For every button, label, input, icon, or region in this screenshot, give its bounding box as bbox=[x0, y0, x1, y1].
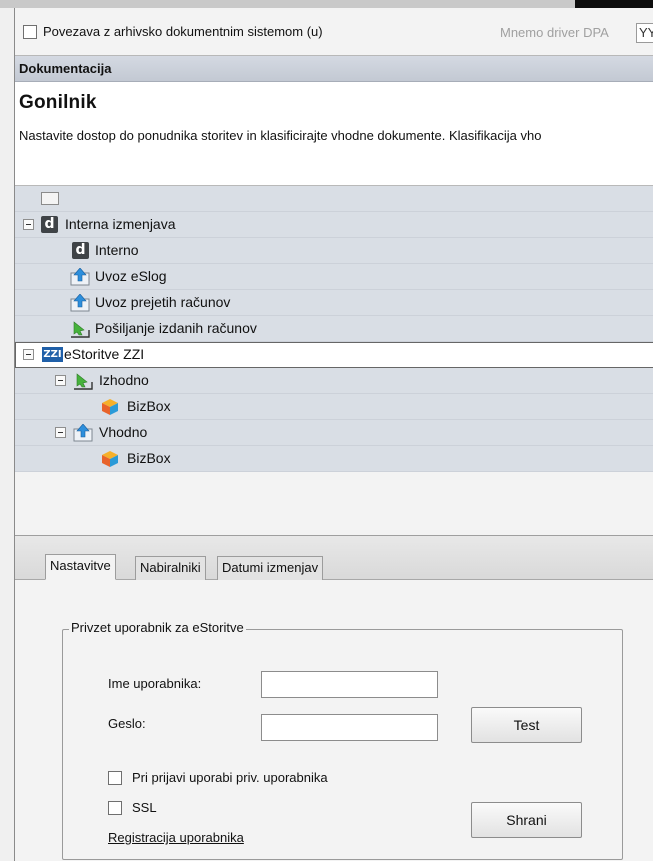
tree-row-uvoz-prejetih[interactable]: Uvoz prejetih računov bbox=[15, 290, 653, 316]
priv-user-checkbox[interactable] bbox=[108, 771, 122, 785]
tree-row-bizbox-out[interactable]: BizBox bbox=[15, 394, 653, 420]
d-logo-icon: d bbox=[41, 216, 58, 233]
priv-user-label: Pri prijavi uporabi priv. uporabnika bbox=[132, 770, 328, 785]
info-box: Gonilnik Nastavite dostop do ponudnika s… bbox=[15, 82, 653, 186]
tree-label: Izhodno bbox=[99, 372, 149, 388]
tree-row-root[interactable] bbox=[15, 186, 653, 212]
save-button[interactable]: Shrani bbox=[471, 802, 582, 838]
tree-label: Uvoz prejetih računov bbox=[95, 294, 231, 310]
tab-nabiralniki[interactable]: Nabiralniki bbox=[135, 556, 206, 580]
bizbox-cube-icon bbox=[102, 451, 118, 467]
tree-row-izhodno[interactable]: Izhodno bbox=[15, 368, 653, 394]
tree-label: Pošiljanje izdanih računov bbox=[95, 320, 257, 336]
archive-settings-row: Povezava z arhivsko dokumentnim sistemom… bbox=[15, 8, 653, 56]
page-description: Nastavite dostop do ponudnika storitev i… bbox=[19, 128, 542, 143]
ssl-label: SSL bbox=[132, 800, 157, 815]
tree-row-uvoz-eslog[interactable]: Uvoz eSlog bbox=[15, 264, 653, 290]
window-top-strip bbox=[0, 0, 653, 8]
export-arrow-icon bbox=[71, 321, 90, 338]
tree-row-interna-izmenjava[interactable]: d Interna izmenjava bbox=[15, 212, 653, 238]
collapse-toggle[interactable] bbox=[55, 375, 66, 386]
mnemo-driver-label: Mnemo driver DPA bbox=[500, 25, 609, 40]
import-arrow-icon bbox=[70, 268, 90, 286]
collapse-toggle[interactable] bbox=[23, 349, 34, 360]
driver-tree: d Interna izmenjava d Interno Uvoz eSlog… bbox=[15, 186, 653, 536]
tree-row-vhodno[interactable]: Vhodno bbox=[15, 420, 653, 446]
username-label: Ime uporabnika: bbox=[108, 676, 202, 691]
window-top-dark-area bbox=[575, 0, 653, 8]
password-label: Geslo: bbox=[108, 716, 146, 731]
tree-label: Interna izmenjava bbox=[65, 216, 176, 232]
tree-label: Interno bbox=[95, 242, 139, 258]
tab-content: Privzet uporabnik za eStoritve Ime upora… bbox=[15, 580, 653, 861]
tree-row-bizbox-in[interactable]: BizBox bbox=[15, 446, 653, 472]
bizbox-cube-icon bbox=[102, 399, 118, 415]
group-legend: Privzet uporabnik za eStoritve bbox=[69, 620, 246, 635]
section-header: Dokumentacija bbox=[15, 56, 653, 82]
envelope-icon bbox=[41, 192, 59, 205]
tree-row-interno[interactable]: d Interno bbox=[15, 238, 653, 264]
ssl-checkbox[interactable] bbox=[108, 801, 122, 815]
page-title: Gonilnik bbox=[19, 92, 97, 113]
tab-bar: Nastavitve Nabiralniki Datumi izmenjav bbox=[15, 536, 653, 580]
password-input[interactable] bbox=[261, 714, 438, 741]
import-arrow-icon bbox=[73, 424, 93, 442]
mnemo-driver-input[interactable]: YY bbox=[636, 23, 653, 43]
test-button[interactable]: Test bbox=[471, 707, 582, 743]
tree-row-estoritve-zzi[interactable]: ZZI eStoritve ZZI bbox=[15, 342, 653, 368]
collapse-toggle[interactable] bbox=[55, 427, 66, 438]
d-logo-icon: d bbox=[72, 242, 89, 259]
zzi-logo-icon: ZZI bbox=[42, 347, 63, 362]
settings-panel: Povezava z arhivsko dokumentnim sistemom… bbox=[14, 8, 653, 861]
import-arrow-icon bbox=[70, 294, 90, 312]
register-user-link[interactable]: Registracija uporabnika bbox=[108, 830, 244, 845]
tree-label: Uvoz eSlog bbox=[95, 268, 167, 284]
tree-label: Vhodno bbox=[99, 424, 148, 440]
tree-label: BizBox bbox=[127, 450, 171, 466]
tab-nastavitve[interactable]: Nastavitve bbox=[45, 554, 116, 580]
tree-row-posiljanje[interactable]: Pošiljanje izdanih računov bbox=[15, 316, 653, 342]
archive-system-label: Povezava z arhivsko dokumentnim sistemom… bbox=[43, 24, 323, 39]
tab-datumi-izmenjav[interactable]: Datumi izmenjav bbox=[217, 556, 324, 580]
tree-label: BizBox bbox=[127, 398, 171, 414]
collapse-toggle[interactable] bbox=[23, 219, 34, 230]
export-arrow-icon bbox=[74, 373, 93, 390]
username-input[interactable] bbox=[261, 671, 438, 698]
tree-label: eStoritve ZZI bbox=[64, 346, 145, 362]
archive-system-checkbox[interactable] bbox=[23, 25, 37, 39]
